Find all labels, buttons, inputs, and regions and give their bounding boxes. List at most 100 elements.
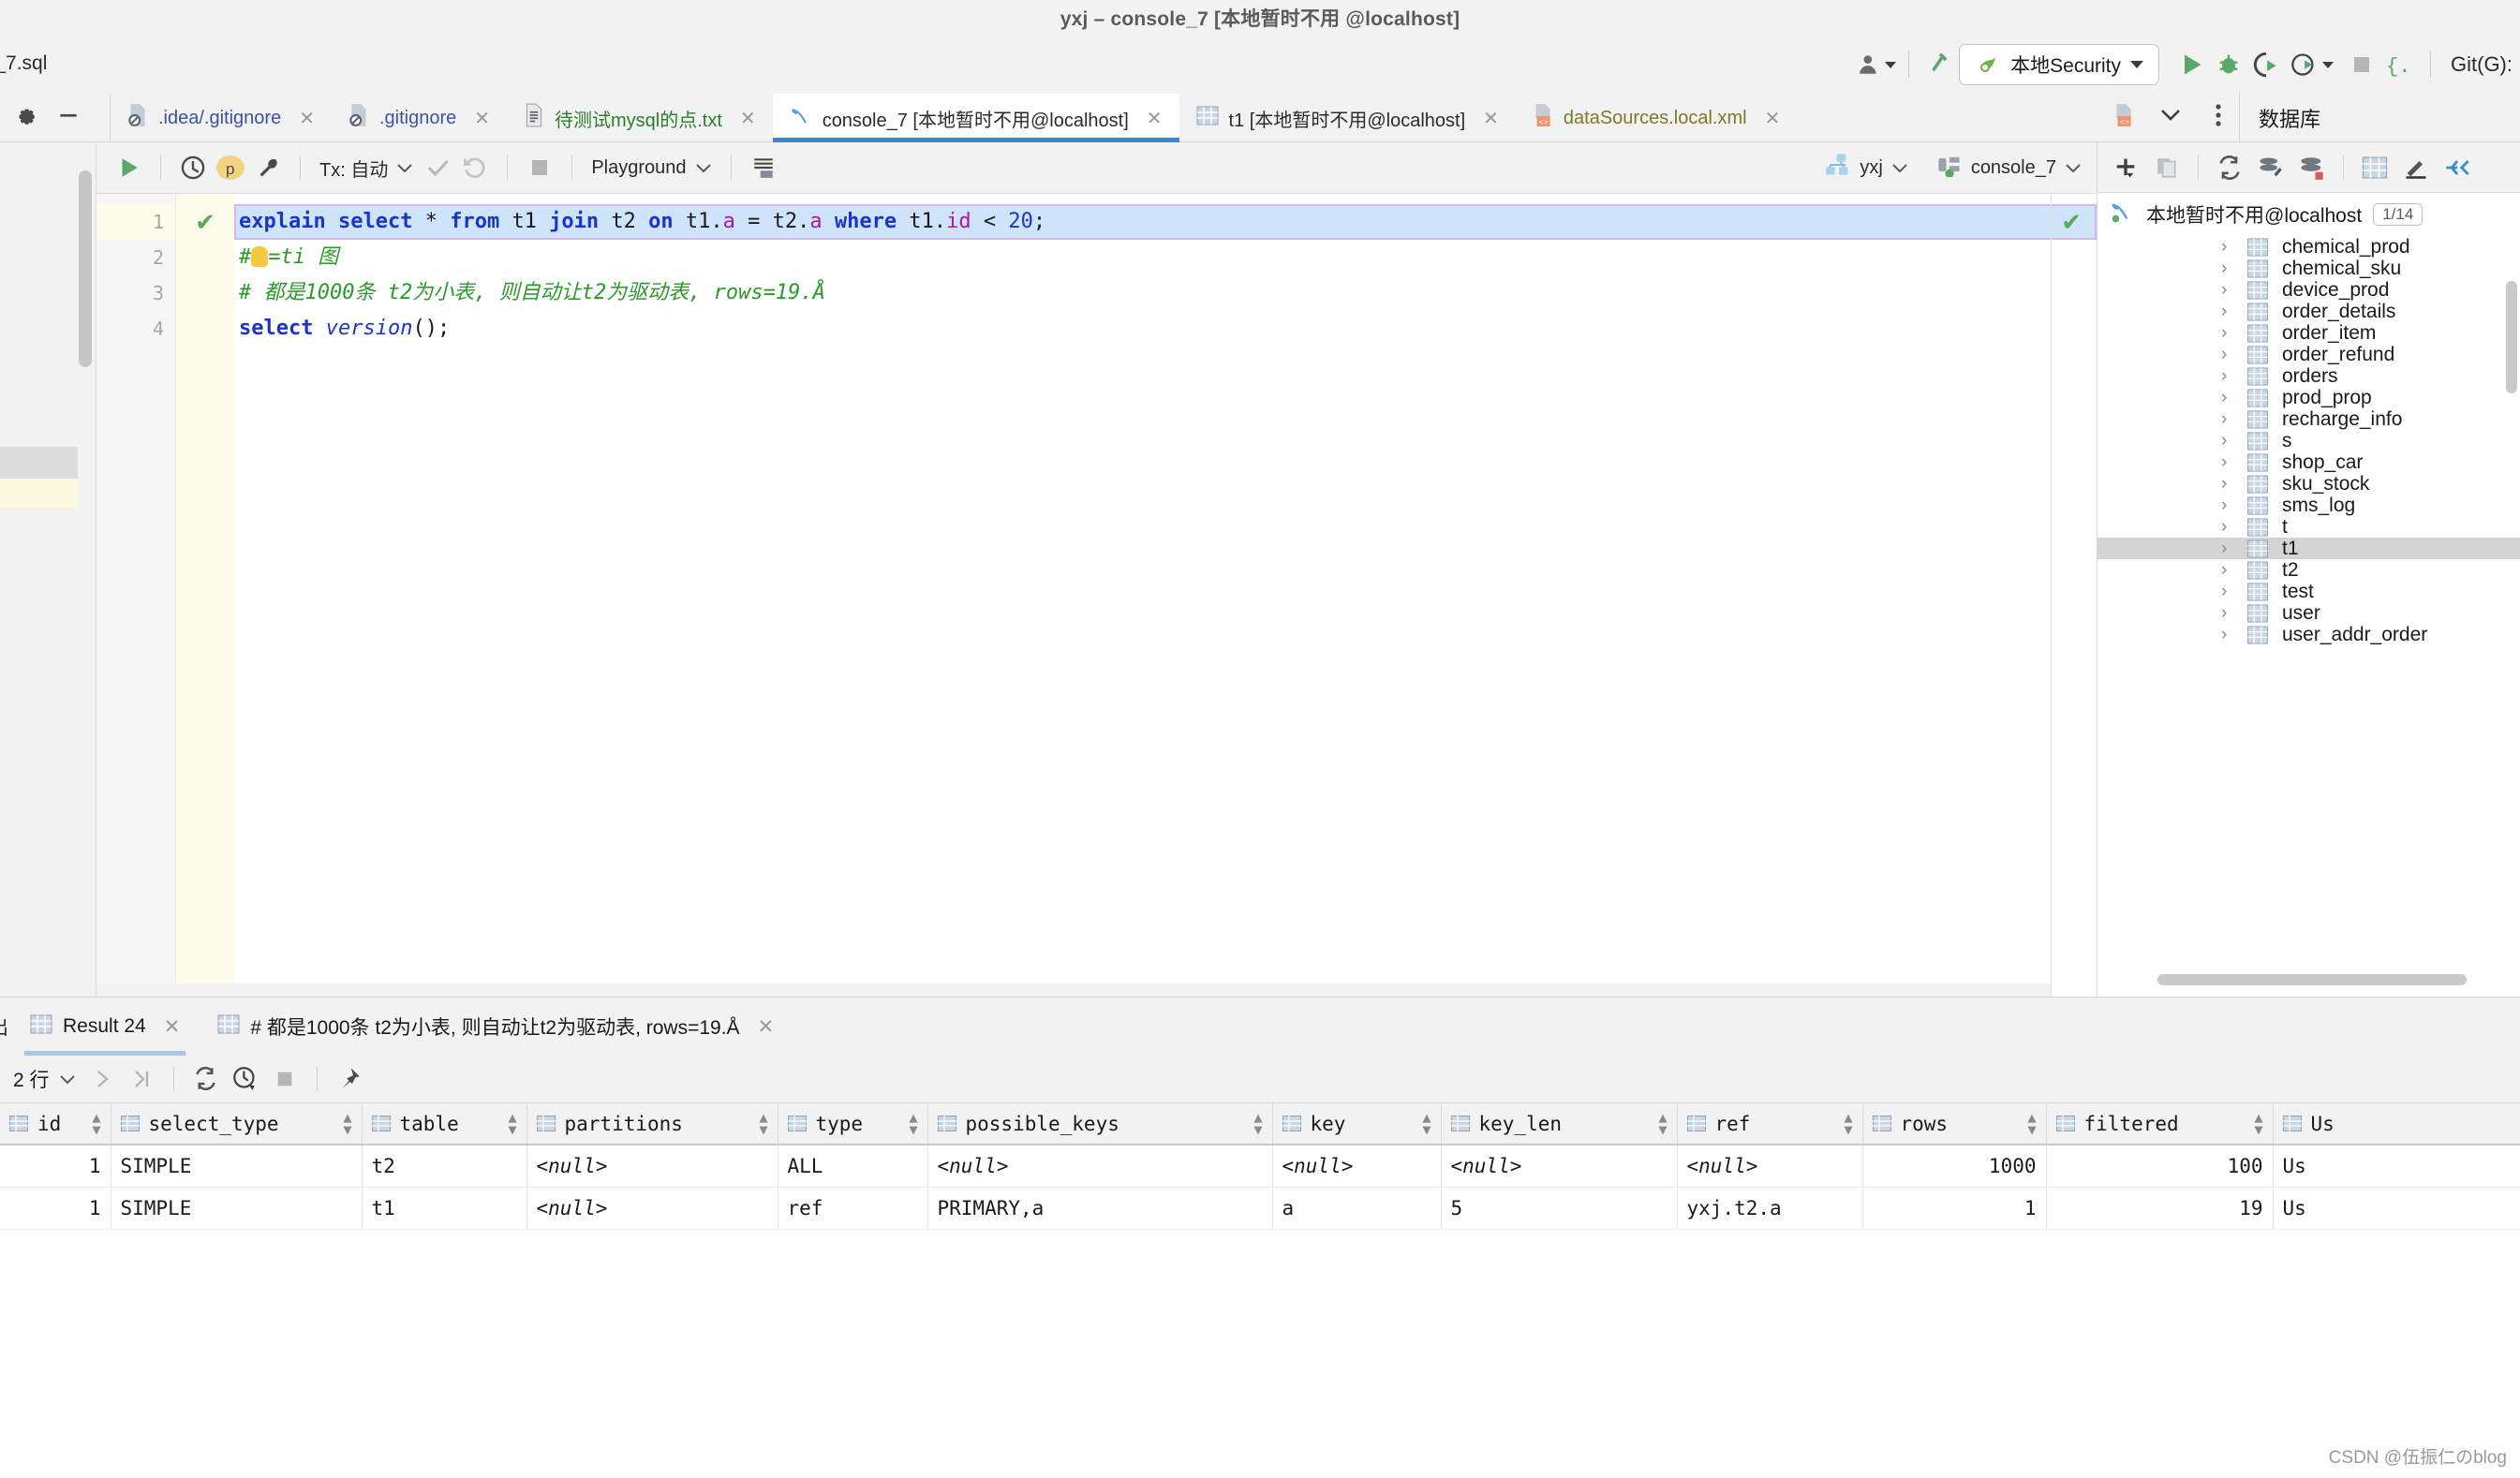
output-format-icon[interactable] (745, 149, 782, 186)
session-selector[interactable]: console_7 (1931, 153, 2087, 183)
sort-indicator-icon[interactable]: ▲ ▼ (343, 1110, 351, 1135)
wrench-icon[interactable] (249, 149, 287, 186)
hammer-icon[interactable] (1921, 46, 1959, 83)
column-header[interactable]: id ▲ ▼ (0, 1103, 111, 1145)
sort-indicator-icon[interactable]: ▲ ▼ (508, 1110, 516, 1135)
column-header[interactable]: ref ▲ ▼ (1677, 1103, 1863, 1145)
close-icon[interactable]: ✕ (1483, 107, 1499, 130)
cell-id[interactable]: 1 (0, 1187, 111, 1230)
cell-type[interactable]: ALL (778, 1145, 928, 1188)
cell-key[interactable]: <null> (1272, 1145, 1442, 1188)
column-header[interactable]: rows ▲ ▼ (1862, 1103, 2047, 1145)
services-button[interactable]: {..} (2380, 46, 2418, 83)
column-header[interactable]: type ▲ ▼ (778, 1103, 928, 1145)
close-icon[interactable]: ✕ (740, 107, 756, 130)
database-tree-item[interactable]: › user_addr_order (2098, 624, 2520, 645)
chevron-right-icon[interactable]: › (2221, 625, 2246, 645)
cell-partitions[interactable]: <null> (526, 1145, 778, 1188)
database-tree-item[interactable]: › prod_prop (2098, 387, 2520, 408)
execute-button[interactable] (110, 149, 147, 186)
database-tree-item[interactable]: › sms_log (2098, 495, 2520, 516)
stop-button[interactable] (2343, 46, 2380, 83)
database-tree-item[interactable]: › test (2098, 581, 2520, 602)
database-tree-item[interactable]: › chemical_prod (2098, 236, 2520, 258)
table-icon[interactable] (2356, 149, 2394, 186)
column-header[interactable]: Us▲▼ (2273, 1103, 2520, 1145)
database-tree-item[interactable]: › t2 (2098, 559, 2520, 581)
sort-indicator-icon[interactable]: ▲ ▼ (2254, 1110, 2262, 1135)
chevron-right-icon[interactable]: › (2221, 388, 2246, 408)
cell-key_len[interactable]: <null> (1441, 1145, 1678, 1188)
chevron-right-icon[interactable]: › (2221, 431, 2246, 451)
database-tree-item[interactable]: › recharge_info (2098, 408, 2520, 430)
results-tab-result-24[interactable]: Result 24 ✕ (11, 998, 199, 1056)
cell-ref[interactable]: yxj.t2.a (1677, 1187, 1863, 1230)
database-tree-item[interactable]: › chemical_sku (2098, 258, 2520, 279)
close-icon[interactable]: ✕ (1765, 107, 1781, 130)
breadcrumb[interactable]: le_7.sql (0, 52, 47, 75)
profile-button[interactable] (2285, 46, 2322, 83)
chevron-right-icon[interactable]: › (2221, 452, 2246, 473)
cell-table[interactable]: t1 (362, 1187, 527, 1230)
more-options-icon[interactable] (2201, 102, 2235, 133)
chevron-right-icon[interactable]: › (2221, 539, 2246, 559)
database-tree-item[interactable]: › order_details (2098, 301, 2520, 322)
data-source-properties-icon[interactable] (2252, 149, 2290, 186)
chevron-right-icon[interactable]: › (2221, 474, 2246, 495)
database-tree-item[interactable]: › user (2098, 602, 2520, 624)
close-icon[interactable]: ✕ (474, 107, 490, 130)
inspection-ok-icon[interactable]: ✔ (2061, 208, 2082, 237)
editor-tab-datasources-xml[interactable]: <> dataSources.local.xml ✕ (1516, 94, 1797, 142)
cell-key[interactable]: a (1272, 1187, 1442, 1230)
close-icon[interactable]: ✕ (164, 1015, 181, 1039)
sort-indicator-icon[interactable]: ▲ ▼ (1253, 1110, 1262, 1135)
cell-possible_keys[interactable]: <null> (927, 1145, 1273, 1188)
editor-tab-idea-gitignore[interactable]: .idea/.gitignore ✕ (111, 94, 332, 142)
chevron-right-icon[interactable]: › (2221, 495, 2246, 516)
editor-tab-mysql-notes[interactable]: 待测试mysql的点.txt ✕ (507, 94, 773, 142)
last-row-icon[interactable] (123, 1060, 160, 1098)
column-header[interactable]: partitions ▲ ▼ (526, 1103, 778, 1145)
column-header[interactable]: key ▲ ▼ (1272, 1103, 1442, 1145)
column-header[interactable]: possible_keys ▲ ▼ (927, 1103, 1273, 1145)
sort-indicator-icon[interactable]: ▲ ▼ (759, 1110, 767, 1135)
rollback-button[interactable] (456, 149, 494, 186)
sort-indicator-icon[interactable]: ▲ ▼ (92, 1110, 100, 1135)
code-line-3[interactable]: # 都是1000条 t2为小表, 则自动让t2为驱动表, rows=19.Å (234, 275, 2097, 311)
chevron-right-icon[interactable]: › (2221, 259, 2246, 279)
cell-possible_keys[interactable]: PRIMARY,a (927, 1187, 1273, 1230)
database-tree-item[interactable]: › s (2098, 430, 2520, 451)
chevron-right-icon[interactable]: › (2221, 302, 2246, 322)
code-line-4[interactable]: select version(); (234, 311, 2097, 347)
chevron-right-icon[interactable]: › (2221, 345, 2246, 365)
collapse-all-icon[interactable] (2438, 149, 2476, 186)
hide-icon[interactable] (56, 103, 81, 132)
user-account-chevron-icon[interactable] (1885, 61, 1897, 68)
data-source-selector[interactable]: yxj (1819, 153, 1913, 183)
copy-icon[interactable] (2148, 149, 2186, 186)
cell-type[interactable]: ref (778, 1187, 928, 1230)
close-icon[interactable]: ✕ (758, 1015, 775, 1039)
cell-table[interactable]: t2 (362, 1145, 527, 1188)
git-widget-label[interactable]: Git(G): (2451, 52, 2513, 77)
cell-extra[interactable]: Us (2273, 1145, 2520, 1188)
results-grid[interactable]: id ▲ ▼ select_type ▲ ▼ table ▲ ▼ partitions ▲ ▼ type… (0, 1103, 2520, 1230)
cell-rows[interactable]: 1000 (1862, 1145, 2047, 1188)
pin-icon[interactable] (331, 1060, 368, 1098)
cell-ref[interactable]: <null> (1677, 1145, 1863, 1188)
cell-id[interactable]: 1 (0, 1145, 111, 1188)
gear-icon[interactable] (13, 103, 37, 132)
run-coverage-button[interactable] (2247, 46, 2285, 83)
intention-bulb-icon[interactable] (251, 246, 269, 267)
profile-chevron-icon[interactable] (2322, 61, 2334, 68)
chevron-right-icon[interactable]: › (2221, 582, 2246, 602)
cell-rows[interactable]: 1 (1862, 1187, 2047, 1230)
results-tab-query[interactable]: # 都是1000条 t2为小表, 则自动让t2为驱动表, rows=19.Å ✕ (199, 998, 793, 1056)
next-row-icon[interactable] (83, 1060, 121, 1098)
database-tree-item[interactable]: › order_refund (2098, 344, 2520, 365)
database-tree-item[interactable]: › sku_stock (2098, 473, 2520, 495)
run-button[interactable] (2172, 46, 2210, 83)
database-tree-item[interactable]: › t1 (2098, 538, 2520, 559)
sort-indicator-icon[interactable]: ▲ ▼ (1422, 1110, 1430, 1135)
chevron-right-icon[interactable]: › (2221, 366, 2246, 387)
